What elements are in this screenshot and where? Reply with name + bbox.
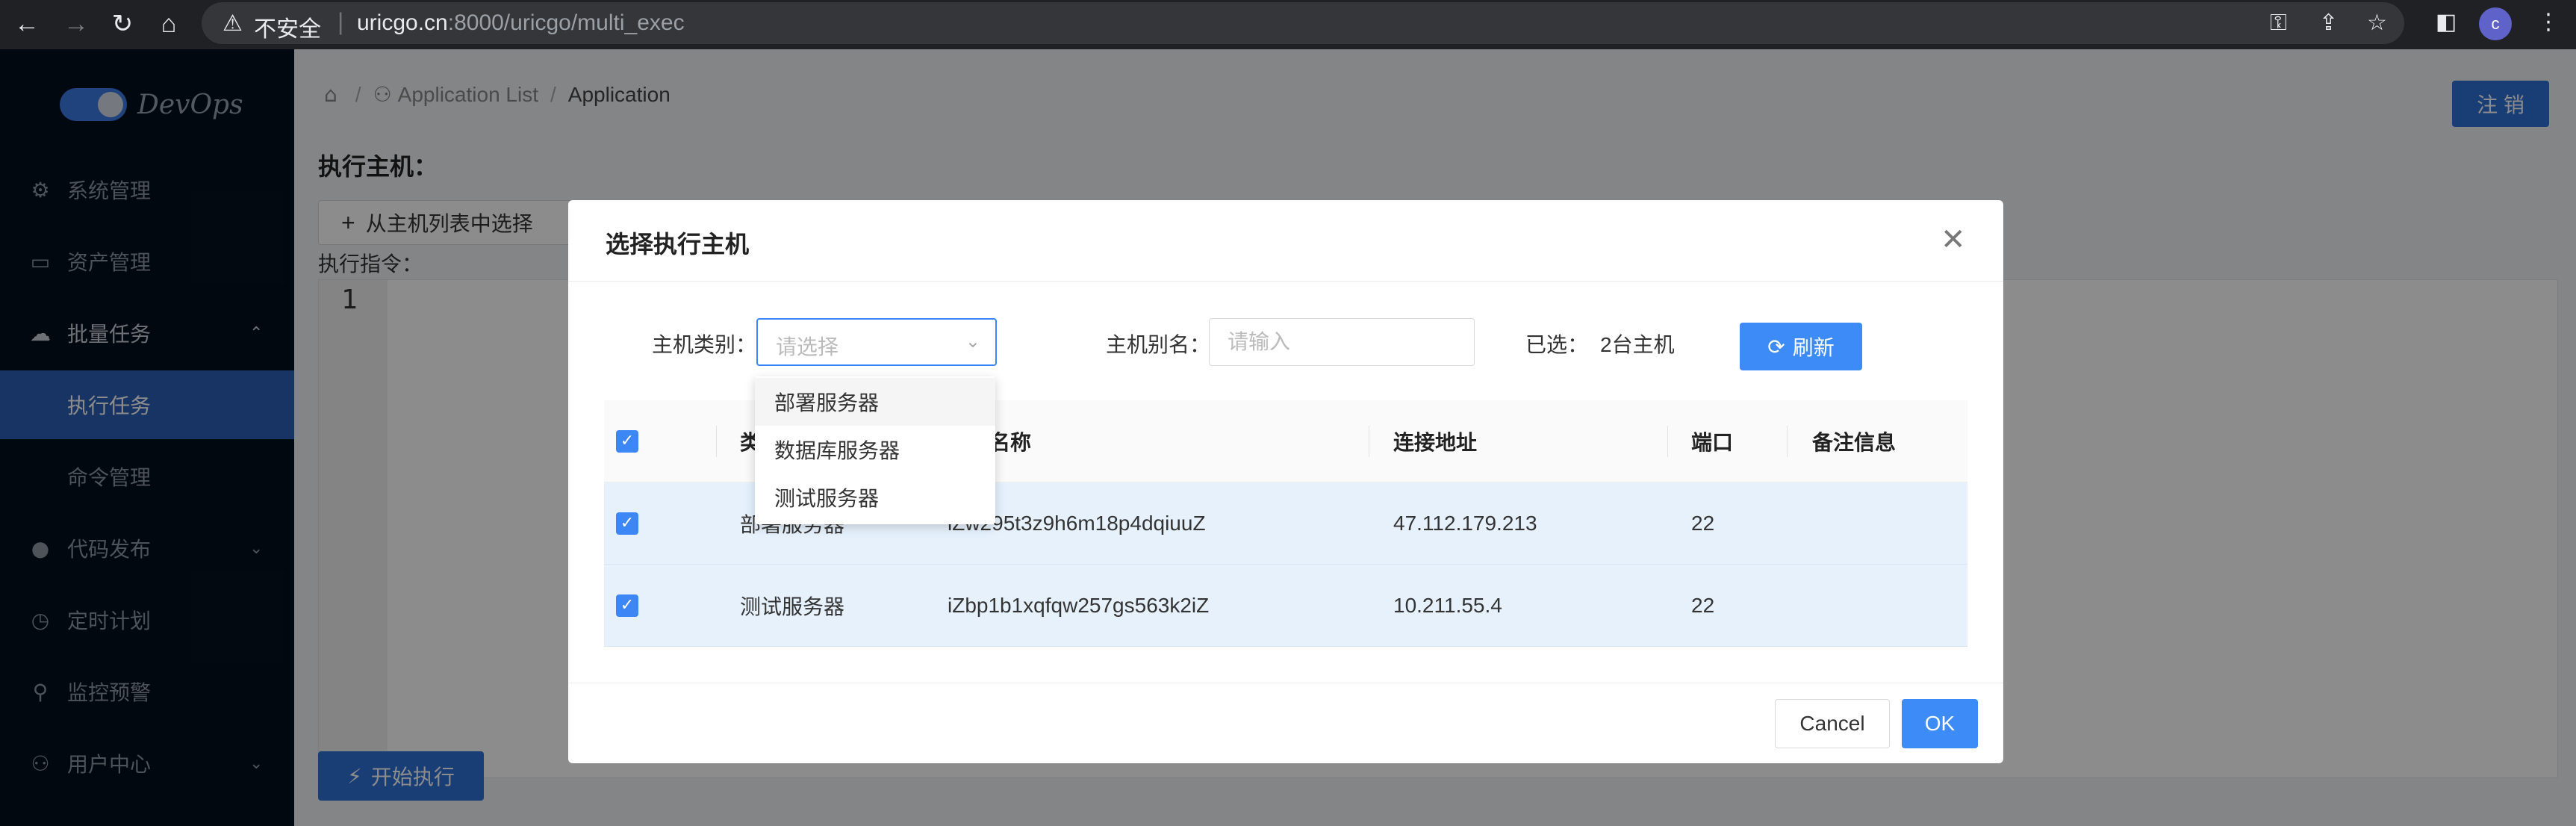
home-icon[interactable]: ⌂ <box>149 4 188 43</box>
column-header-name: 名称 <box>989 430 1032 454</box>
cancel-button[interactable]: Cancel <box>1775 699 1890 748</box>
profile-avatar[interactable]: c <box>2479 7 2512 40</box>
column-divider <box>1787 426 1788 457</box>
row-checkbox[interactable]: ✓ <box>616 594 638 617</box>
cell-host-name: iZbp1b1xqfqw257gs563k2iZ <box>948 593 1210 617</box>
bookmark-star-icon[interactable]: ☆ <box>2367 10 2387 36</box>
url-text: uricgo.cn:8000/uricgo/multi_exec <box>357 10 685 36</box>
dropdown-option[interactable]: 数据库服务器 <box>755 426 995 473</box>
address-separator: | <box>337 8 344 35</box>
column-divider <box>716 426 717 457</box>
url-path: :8000/uricgo/multi_exec <box>447 10 685 35</box>
chevron-down-icon: ⌄ <box>965 331 980 352</box>
ok-button[interactable]: OK <box>1902 699 1978 748</box>
cell-category: 测试服务器 <box>740 594 845 618</box>
share-icon[interactable]: ⇪ <box>2319 10 2338 36</box>
modal-header-divider <box>568 281 2003 282</box>
dropdown-option[interactable]: 测试服务器 <box>755 473 995 521</box>
close-icon[interactable]: ✕ <box>1941 223 1966 257</box>
refresh-icon: ⟳ <box>1767 334 1785 359</box>
back-arrow-icon[interactable]: ← <box>7 4 46 43</box>
button-label: 刷新 <box>1792 336 1835 359</box>
alias-input[interactable] <box>1209 318 1475 366</box>
cell-port: 22 <box>1691 593 1715 617</box>
category-select[interactable]: 请选择 ⌄ <box>756 318 997 366</box>
column-header-port: 端口 <box>1691 430 1734 454</box>
selected-count: 2台主机 <box>1600 333 1675 356</box>
select-host-modal: 选择执行主机 ✕ 主机类别： 请选择 ⌄ 主机别名： 已选： 2台主机 ⟳ 刷新… <box>568 200 2003 763</box>
cell-address: 10.211.55.4 <box>1393 593 1502 617</box>
cell-address: 47.112.179.213 <box>1393 511 1537 535</box>
refresh-button[interactable]: ⟳ 刷新 <box>1740 323 1862 370</box>
warning-icon: ⚠ <box>223 10 243 37</box>
table-row[interactable]: ✓ 测试服务器 iZbp1b1xqfqw257gs563k2iZ 10.211.… <box>604 565 1967 647</box>
address-bar[interactable]: ⚠ 不安全 | uricgo.cn:8000/uricgo/multi_exec… <box>202 2 2404 44</box>
dropdown-option[interactable]: 部署服务器 <box>755 378 995 426</box>
cell-port: 22 <box>1691 511 1715 535</box>
modal-title: 选择执行主机 <box>606 231 750 258</box>
more-menu-icon[interactable]: ⋮ <box>2537 9 2560 35</box>
side-panel-icon[interactable]: ◧ <box>2436 9 2457 35</box>
insecure-label: 不安全 <box>254 17 321 42</box>
category-placeholder: 请选择 <box>776 335 839 358</box>
select-all-checkbox[interactable]: ✓ <box>616 429 638 453</box>
browser-toolbar: ← → ↻ ⌂ ⚠ 不安全 | uricgo.cn:8000/uricgo/mu… <box>0 0 2576 49</box>
key-icon[interactable]: ⚿ <box>2270 10 2287 36</box>
alias-label: 主机别名： <box>1106 333 1211 356</box>
forward-arrow-icon[interactable]: → <box>57 4 96 43</box>
url-host: uricgo.cn <box>357 10 448 35</box>
row-checkbox[interactable]: ✓ <box>616 512 638 535</box>
selected-label: 已选： <box>1525 333 1589 356</box>
category-dropdown: 部署服务器 数据库服务器 测试服务器 <box>755 376 995 524</box>
reload-icon[interactable]: ↻ <box>103 4 142 43</box>
column-divider <box>1667 426 1668 457</box>
column-header-note: 备注信息 <box>1812 430 1897 454</box>
column-header-address: 连接地址 <box>1393 430 1478 454</box>
category-label: 主机类别： <box>652 333 757 356</box>
